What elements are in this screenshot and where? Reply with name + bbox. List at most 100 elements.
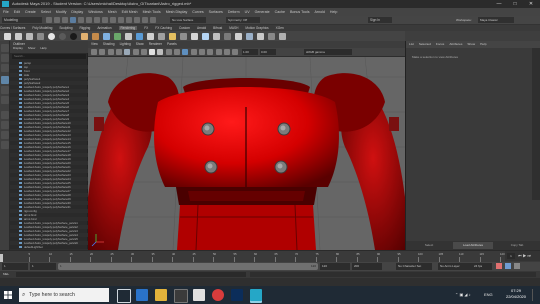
minimize-button[interactable]: — xyxy=(491,0,507,8)
maya-taskbar-icon[interactable] xyxy=(250,289,262,301)
viewport-tool-icon[interactable] xyxy=(140,49,147,55)
status-tool-icon[interactable] xyxy=(102,17,108,23)
workspace-dropdown[interactable]: Maya Classic xyxy=(478,17,514,23)
anim-layer-dropdown[interactable]: No Anim Layer xyxy=(438,263,472,270)
current-frame-marker[interactable] xyxy=(0,254,3,262)
menu-arnold[interactable]: Arnold xyxy=(315,10,325,14)
shelf-tab-fx-caching[interactable]: FX Caching xyxy=(155,26,172,30)
paint-select-tool-icon[interactable] xyxy=(1,64,9,72)
photoshop-icon[interactable] xyxy=(231,289,243,301)
windows-start-icon[interactable] xyxy=(4,291,12,299)
shelf-tab-mash[interactable]: MASH xyxy=(229,26,238,30)
shelf-tool-icon[interactable] xyxy=(92,32,99,40)
shelf-tool-icon[interactable] xyxy=(81,32,88,40)
layout-four-icon[interactable] xyxy=(1,121,9,129)
maximize-button[interactable]: □ xyxy=(507,0,523,8)
move-tool-icon[interactable] xyxy=(1,76,9,84)
shelf-tool-icon[interactable] xyxy=(191,32,198,40)
status-tool-icon[interactable] xyxy=(134,17,140,23)
shelf-tool-icon[interactable] xyxy=(48,32,55,40)
mel-label[interactable]: MEL xyxy=(3,271,9,278)
shelf-tab-rigging[interactable]: Rigging xyxy=(80,26,91,30)
shelf-tab-bifrost[interactable]: Bifrost xyxy=(213,26,222,30)
viewport-menu-show[interactable]: Show xyxy=(136,42,144,46)
shelf-tool-icon[interactable] xyxy=(26,32,33,40)
shelf-tool-icon[interactable] xyxy=(235,32,242,40)
shelf-tool-icon[interactable] xyxy=(169,32,176,40)
shelf-tab-poly-modeling[interactable]: Poly Modeling xyxy=(32,26,52,30)
copy-tab-button[interactable]: Copy Tab xyxy=(497,242,537,249)
shelf-tab-animation[interactable]: Animation xyxy=(97,26,111,30)
character-set-dropdown[interactable]: No Character Set xyxy=(396,263,432,270)
menu-modify[interactable]: Modify xyxy=(56,10,67,14)
shelf-tool-icon[interactable] xyxy=(202,32,209,40)
shelf-tool-icon[interactable] xyxy=(246,32,253,40)
menu-curves[interactable]: Curves xyxy=(192,10,203,14)
viewport-menu-shading[interactable]: Shading xyxy=(103,42,115,46)
viewport-tool-icon[interactable] xyxy=(198,49,205,55)
attr-tab-help[interactable]: Help xyxy=(480,42,486,46)
tray-icons[interactable]: ⌃ ▣ ◢ ♪ xyxy=(455,286,471,304)
shelf-tab-custom[interactable]: Custom xyxy=(179,26,190,30)
select-button[interactable]: Select xyxy=(409,242,449,249)
shelf-tab-sculpting[interactable]: Sculpting xyxy=(59,26,72,30)
viewport-menu-view[interactable]: View xyxy=(91,42,98,46)
current-frame-field[interactable]: 1 xyxy=(507,253,515,259)
shelf-tool-icon[interactable] xyxy=(180,32,187,40)
status-tool-icon[interactable] xyxy=(126,17,132,23)
menu-mesh-display[interactable]: Mesh Display xyxy=(166,10,188,14)
menu-surfaces[interactable]: Surfaces xyxy=(209,10,223,14)
viewport-tool-icon[interactable] xyxy=(107,49,114,55)
shelf-tool-icon[interactable] xyxy=(257,32,264,40)
edge-icon[interactable] xyxy=(136,289,148,301)
status-tool-icon[interactable] xyxy=(78,17,84,23)
menu-select[interactable]: Select xyxy=(41,10,51,14)
menu-edit[interactable]: Edit xyxy=(14,10,20,14)
shelf-tool-icon[interactable] xyxy=(147,32,154,40)
viewport-menu-renderer[interactable]: Renderer xyxy=(149,42,162,46)
load-attributes-button[interactable]: Load Attributes xyxy=(453,242,493,249)
outliner-menu-display[interactable]: Display xyxy=(13,46,23,50)
viewport-tool-icon[interactable] xyxy=(190,49,197,55)
range-start-field[interactable]: 1 xyxy=(30,263,56,270)
scale-tool-icon[interactable] xyxy=(1,96,9,104)
viewport-tool-icon[interactable] xyxy=(165,49,172,55)
status-tool-icon[interactable] xyxy=(94,17,100,23)
menu-deform[interactable]: Deform xyxy=(228,10,240,14)
shelf-tab-rendering[interactable]: Rendering xyxy=(118,26,138,30)
shelf-tool-icon[interactable] xyxy=(4,32,11,40)
status-tool-icon[interactable] xyxy=(86,17,92,23)
live-surface-field[interactable]: No Live Surface xyxy=(170,17,206,23)
shelf-tab-arnold[interactable]: Arnold xyxy=(197,26,206,30)
rotate-tool-icon[interactable] xyxy=(1,86,9,94)
shelf-tool-icon[interactable] xyxy=(213,32,220,40)
viewport-tool-icon[interactable] xyxy=(223,49,230,55)
menu-uv[interactable]: UV xyxy=(245,10,250,14)
command-input[interactable] xyxy=(16,272,246,277)
menu-mesh-tools[interactable]: Mesh Tools xyxy=(143,10,161,14)
color-space-dropdown[interactable]: sRGB gamma xyxy=(304,49,352,55)
menu-bonus-tools[interactable]: Bonus Tools xyxy=(290,10,310,14)
menu-mesh[interactable]: Mesh xyxy=(108,10,117,14)
taskbar-search-input[interactable]: Type here to search xyxy=(19,288,109,302)
shelf-tool-icon[interactable] xyxy=(125,32,132,40)
start-frame-field[interactable]: 1 xyxy=(2,263,28,270)
outliner-menu-help[interactable]: Help xyxy=(40,46,46,50)
close-button[interactable]: ✕ xyxy=(523,0,539,8)
fps-dropdown[interactable]: 24 fps xyxy=(472,263,492,270)
language-indicator[interactable]: ENG xyxy=(484,286,493,304)
status-tool-icon[interactable] xyxy=(62,17,68,23)
mail-icon[interactable] xyxy=(193,289,205,301)
shelf-tool-icon[interactable] xyxy=(59,32,66,40)
menu-windows[interactable]: Windows xyxy=(88,10,103,14)
viewport-tool-icon[interactable] xyxy=(124,49,131,55)
taskbar-clock[interactable]: 07:29 22/04/2020 xyxy=(503,288,529,300)
viewport-menu-panels[interactable]: Panels xyxy=(167,42,177,46)
range-slider-bar[interactable]: 1 120 xyxy=(58,263,318,270)
status-tool-icon[interactable] xyxy=(70,17,76,23)
viewport-tool-icon[interactable] xyxy=(149,49,156,55)
attr-tab-attributes[interactable]: Attributes xyxy=(449,42,462,46)
viewport-tool-icon[interactable] xyxy=(99,49,106,55)
shelf-tab-motion-graphics[interactable]: Motion Graphics xyxy=(245,26,268,30)
menu-display[interactable]: Display xyxy=(71,10,83,14)
